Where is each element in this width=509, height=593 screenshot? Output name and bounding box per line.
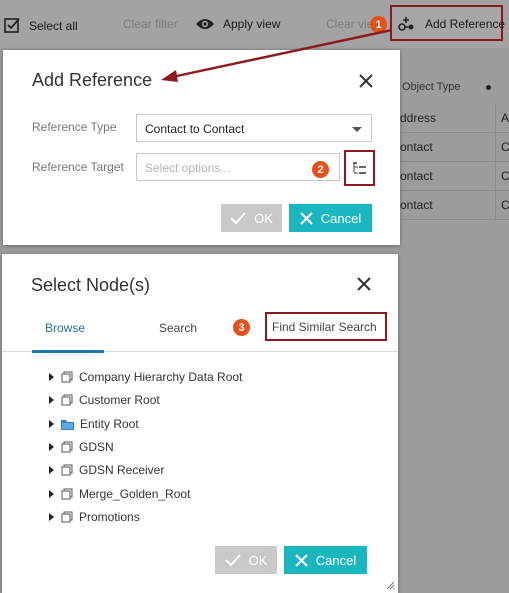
ok-label: OK [248,552,268,568]
tree-item[interactable]: GDSN Receiver [49,462,164,478]
ok-button[interactable]: OK [221,204,282,232]
resize-grip-icon[interactable] [385,580,395,590]
close-icon[interactable] [356,276,372,292]
tree-item-label: GDSN [79,440,114,454]
check-icon [230,212,246,224]
expand-arrow-icon[interactable] [49,373,54,381]
tree-item[interactable]: GDSN [49,439,114,455]
tree-item-label: Entity Root [80,417,139,431]
table-cell: ddress [400,111,437,125]
cancel-button[interactable]: Cancel [289,204,372,232]
tree-item-label: Promotions [79,510,140,524]
chevron-down-icon [352,127,362,132]
table-cell: C [495,191,509,219]
folder-icon [61,419,74,430]
select-nodes-dialog: Select Node(s) Browse Search 3 Find Simi… [2,254,398,593]
tree-item-label: Company Hierarchy Data Root [79,370,243,384]
node-icon [61,488,73,500]
expand-arrow-icon[interactable] [49,443,54,451]
cancel-label: Cancel [320,210,362,226]
cancel-label: Cancel [315,552,357,568]
step-badge-2: 2 [312,161,329,178]
table-row[interactable]: ddress A [400,104,509,133]
tree-picker-button[interactable] [344,150,375,186]
reference-target-placeholder: Select options... [145,161,231,175]
table-cell: ontact [400,198,433,212]
expand-arrow-icon[interactable] [49,396,54,404]
table-cell: C [495,133,509,161]
find-similar-highlight: Find Similar Search [265,312,387,341]
node-icon [61,511,73,523]
expand-arrow-icon[interactable] [49,466,54,474]
tab-bar: Browse Search 3 Find Similar Search [2,312,398,353]
reference-type-label: Reference Type [32,120,117,134]
ok-label: OK [254,210,273,226]
ok-button[interactable]: OK [215,546,277,574]
check-icon [224,554,241,566]
tree-item-label: Merge_Golden_Root [79,487,191,501]
tree-item-label: GDSN Receiver [79,463,165,477]
node-icon [61,464,73,476]
tab-browse[interactable]: Browse [45,321,85,335]
tree-item[interactable]: Entity Root [49,416,139,432]
tree-icon [353,162,366,174]
reference-type-select[interactable]: Contact to Contact [136,114,372,142]
tree-item[interactable]: Promotions [49,509,140,525]
tree-item[interactable]: Customer Root [49,392,160,408]
tree-item-label: Customer Root [79,393,160,407]
expand-arrow-icon[interactable] [49,420,54,428]
callout-arrow [161,28,393,82]
node-icon [61,371,73,383]
tab-find-similar-search[interactable]: Find Similar Search [272,320,377,334]
node-icon [61,394,73,406]
table-cell: ontact [400,140,433,154]
table-row[interactable]: ontact C [400,162,509,191]
step-badge-3: 3 [233,319,250,336]
expand-arrow-icon[interactable] [49,490,54,498]
table-cell: ontact [400,169,433,183]
reference-type-value: Contact to Contact [145,122,245,136]
tab-search[interactable]: Search [159,321,197,335]
node-icon [61,441,73,453]
expand-arrow-icon[interactable] [49,513,54,521]
dialog-title: Select Node(s) [31,275,151,295]
close-icon [300,211,313,225]
reference-target-input[interactable]: Select options... [136,153,340,181]
reference-target-label: Reference Target [32,160,124,174]
active-tab-indicator [32,350,104,353]
tree-item[interactable]: Merge_Golden_Root [49,486,190,502]
table-row[interactable]: ontact C [400,133,509,162]
close-icon [295,553,308,567]
cancel-button[interactable]: Cancel [284,546,367,574]
table-cell: A [495,104,509,132]
table-cell: C [495,162,509,190]
tree-item[interactable]: Company Hierarchy Data Root [49,369,242,385]
table-row[interactable]: ontact C [400,191,509,220]
